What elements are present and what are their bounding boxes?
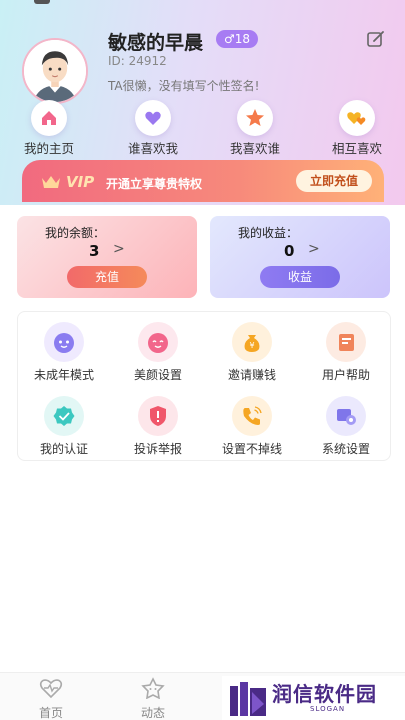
menu-item-label: 系统设置 (321, 442, 370, 456)
menu-item-keep-online[interactable]: 设置不掉线 (206, 396, 298, 457)
vip-description: 开通立享尊贵特权 (106, 177, 203, 191)
beauty-face-icon (138, 322, 178, 362)
recharge-now-button[interactable]: 立即充值 (296, 170, 372, 192)
menu-item-minor-mode[interactable]: 未成年模式 (18, 322, 110, 383)
income-value: 0 (284, 242, 295, 260)
vip-tag: VIP (66, 173, 95, 191)
gender-age-badge: ♂18 (216, 30, 259, 48)
balance-title: 我的余额： (45, 226, 106, 240)
home-icon (31, 100, 67, 136)
heart-icon (135, 100, 171, 136)
balance-card[interactable]: 我的余额： 3 > 充值 (17, 216, 197, 298)
menu-item-user-help[interactable]: 用户帮助 (300, 322, 392, 383)
menu-item-label: 设置不掉线 (221, 442, 282, 456)
balance-arrow-icon: > (113, 241, 125, 257)
menu-item-label: 邀请赚钱 (227, 368, 276, 382)
menu-item-invite-earn[interactable]: ¥ 邀请赚钱 (206, 322, 298, 383)
menu-item-label: 我的认证 (39, 442, 88, 456)
income-title: 我的收益： (238, 226, 299, 240)
income-arrow-icon: > (308, 241, 320, 257)
profile-header: 敏感的早晨 ♂18 ID: 24912 TA很懒，没有填写个性签名! 我的主页 … (0, 0, 405, 205)
settings-icon (326, 396, 366, 436)
menu-item-label: 未成年模式 (33, 368, 94, 382)
avatar[interactable] (22, 38, 88, 104)
crown-icon (42, 176, 60, 188)
tab-label: 动态 (140, 706, 165, 720)
quick-link-label: 我的主页 (23, 141, 74, 156)
report-shield-icon (138, 396, 178, 436)
brand-watermark: 润信软件园 SLOGAN (222, 676, 405, 720)
menu-item-system-settings[interactable]: 系统设置 (300, 396, 392, 457)
quick-link-label: 我喜欢谁 (229, 141, 280, 156)
menu-item-label: 投诉举报 (133, 442, 182, 456)
menu-item-label: 美颜设置 (133, 368, 182, 382)
quick-link-who-likes-me[interactable]: 谁喜欢我 (108, 100, 198, 157)
quick-link-label: 谁喜欢我 (127, 141, 178, 156)
verified-badge-icon (44, 396, 84, 436)
child-face-icon (44, 322, 84, 362)
tab-label: 首页 (38, 706, 63, 720)
moments-star-icon (141, 677, 165, 700)
svg-text:¥: ¥ (249, 341, 254, 350)
quick-link-mutual-like[interactable]: 相互喜欢 (312, 100, 402, 157)
status-indicator (34, 0, 50, 4)
income-button[interactable]: 收益 (260, 266, 340, 288)
income-card[interactable]: 我的收益： 0 > 收益 (210, 216, 390, 298)
home-wave-icon (39, 679, 63, 699)
mutual-hearts-icon (339, 100, 375, 136)
profile-nickname: 敏感的早晨 (108, 32, 204, 54)
menu-item-label: 用户帮助 (321, 368, 370, 382)
avatar-illustration (24, 40, 86, 102)
brand-slogan: SLOGAN (310, 705, 346, 713)
money-bag-icon: ¥ (232, 322, 272, 362)
star-icon (237, 100, 273, 136)
profile-id: ID: 24912 (108, 54, 167, 68)
profile-signature: TA很懒，没有填写个性签名! (108, 79, 260, 93)
vip-banner[interactable]: VIP 开通立享尊贵特权 立即充值 (22, 160, 384, 202)
function-menu: 未成年模式 美颜设置 ¥ 邀请赚钱 用户帮助 我的认证 投诉举报 设置不掉线 系… (17, 311, 391, 461)
tab-home[interactable]: 首页 (21, 677, 81, 720)
menu-item-complaint-report[interactable]: 投诉举报 (112, 396, 204, 457)
menu-item-my-verification[interactable]: 我的认证 (18, 396, 110, 457)
help-book-icon (326, 322, 366, 362)
edit-icon[interactable] (366, 29, 386, 49)
balance-value: 3 (89, 242, 100, 260)
recharge-button[interactable]: 充值 (67, 266, 147, 288)
tab-moments[interactable]: 动态 (123, 677, 183, 720)
brand-logo (230, 682, 266, 716)
quick-link-who-i-like[interactable]: 我喜欢谁 (210, 100, 300, 157)
menu-item-beauty-settings[interactable]: 美颜设置 (112, 322, 204, 383)
phone-call-icon (232, 396, 272, 436)
quick-link-my-homepage[interactable]: 我的主页 (4, 100, 94, 157)
quick-link-label: 相互喜欢 (331, 141, 382, 156)
brand-name: 润信软件园 (272, 682, 377, 706)
